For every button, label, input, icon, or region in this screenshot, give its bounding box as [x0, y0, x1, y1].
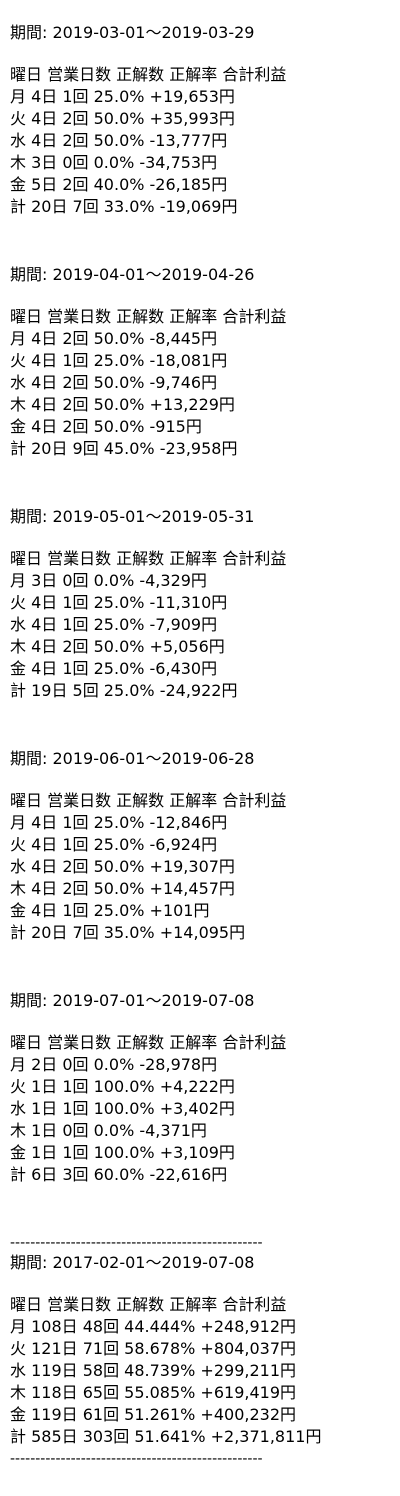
row-thu: 木 4日 2回 50.0% +14,457円 [10, 879, 235, 898]
row-thu: 木 3日 0回 0.0% -34,753円 [10, 153, 218, 172]
row-total: 計 20日 9回 45.0% -23,958円 [10, 439, 238, 458]
row-mon: 月 4日 1回 25.0% +19,653円 [10, 87, 235, 106]
row-total: 計 6日 3回 60.0% -22,616円 [10, 1165, 228, 1184]
row-fri: 金 4日 1回 25.0% +101円 [10, 901, 210, 920]
row-tue: 火 4日 1回 25.0% -11,310円 [10, 593, 228, 612]
period-label: 期間: 2019-07-01～2019-07-08 [10, 991, 255, 1010]
period-section-2: 期間: 2019-04-01～2019-04-26 曜日 営業日数 正解数 正解… [10, 264, 390, 460]
row-thu: 木 4日 2回 50.0% +13,229円 [10, 395, 235, 414]
row-thu: 木 1日 0回 0.0% -4,371円 [10, 1121, 207, 1140]
row-wed: 水 4日 1回 25.0% -7,909円 [10, 615, 218, 634]
row-fri: 金 4日 1回 25.0% -6,430円 [10, 659, 218, 678]
row-wed: 水 1日 1回 100.0% +3,402円 [10, 1099, 235, 1118]
row-mon: 月 4日 1回 25.0% -12,846円 [10, 813, 228, 832]
row-wed: 水 4日 2回 50.0% -9,746円 [10, 373, 218, 392]
report-page: 期間: 2019-03-01～2019-03-29 曜日 営業日数 正解数 正解… [0, 0, 400, 1496]
row-total: 計 20日 7回 35.0% +14,095円 [10, 923, 246, 942]
column-header: 曜日 営業日数 正解数 正解率 合計利益 [10, 549, 287, 568]
row-total: 計 20日 7回 33.0% -19,069円 [10, 197, 238, 216]
row-wed: 水 119日 58回 48.739% +299,211円 [10, 1361, 297, 1380]
column-header: 曜日 営業日数 正解数 正解率 合計利益 [10, 791, 287, 810]
row-wed: 水 4日 2回 50.0% -13,777円 [10, 131, 228, 150]
summary-section: ----------------------------------------… [10, 1232, 390, 1468]
period-label: 期間: 2019-03-01～2019-03-29 [10, 23, 255, 42]
row-mon: 月 2日 0回 0.0% -28,978円 [10, 1055, 218, 1074]
row-tue: 火 1日 1回 100.0% +4,222円 [10, 1077, 235, 1096]
row-fri: 金 119日 61回 51.261% +400,232円 [10, 1405, 297, 1424]
column-header: 曜日 営業日数 正解数 正解率 合計利益 [10, 1295, 287, 1314]
row-fri: 金 4日 2回 50.0% -915円 [10, 417, 202, 436]
row-thu: 木 4日 2回 50.0% +5,056円 [10, 637, 225, 656]
row-tue: 火 4日 1回 25.0% -18,081円 [10, 351, 228, 370]
row-total: 計 585日 303回 51.641% +2,371,811円 [10, 1427, 322, 1446]
row-fri: 金 1日 1回 100.0% +3,109円 [10, 1143, 235, 1162]
period-label: 期間: 2019-06-01～2019-06-28 [10, 749, 255, 768]
row-wed: 水 4日 2回 50.0% +19,307円 [10, 857, 235, 876]
row-tue: 火 4日 1回 25.0% -6,924円 [10, 835, 218, 854]
row-fri: 金 5日 2回 40.0% -26,185円 [10, 175, 228, 194]
period-section-5: 期間: 2019-07-01～2019-07-08 曜日 営業日数 正解数 正解… [10, 990, 390, 1186]
row-mon: 月 3日 0回 0.0% -4,329円 [10, 571, 207, 590]
column-header: 曜日 営業日数 正解数 正解率 合計利益 [10, 1033, 287, 1052]
period-label: 期間: 2019-04-01～2019-04-26 [10, 265, 255, 284]
row-mon: 月 4日 2回 50.0% -8,445円 [10, 329, 218, 348]
column-header: 曜日 営業日数 正解数 正解率 合計利益 [10, 307, 287, 326]
row-total: 計 19日 5回 25.0% -24,922円 [10, 681, 238, 700]
period-section-1: 期間: 2019-03-01～2019-03-29 曜日 営業日数 正解数 正解… [10, 22, 390, 218]
period-section-4: 期間: 2019-06-01～2019-06-28 曜日 営業日数 正解数 正解… [10, 748, 390, 944]
row-tue: 火 121日 71回 58.678% +804,037円 [10, 1339, 297, 1358]
period-section-3: 期間: 2019-05-01～2019-05-31 曜日 営業日数 正解数 正解… [10, 506, 390, 702]
period-label: 期間: 2017-02-01～2019-07-08 [10, 1253, 255, 1272]
row-thu: 木 118日 65回 55.085% +619,419円 [10, 1383, 297, 1402]
row-mon: 月 108日 48回 44.444% +248,912円 [10, 1317, 297, 1336]
period-label: 期間: 2019-05-01～2019-05-31 [10, 507, 255, 526]
column-header: 曜日 営業日数 正解数 正解率 合計利益 [10, 65, 287, 84]
row-tue: 火 4日 2回 50.0% +35,993円 [10, 109, 235, 128]
divider-bottom: ----------------------------------------… [10, 1451, 263, 1467]
divider-top: ----------------------------------------… [10, 1235, 263, 1251]
